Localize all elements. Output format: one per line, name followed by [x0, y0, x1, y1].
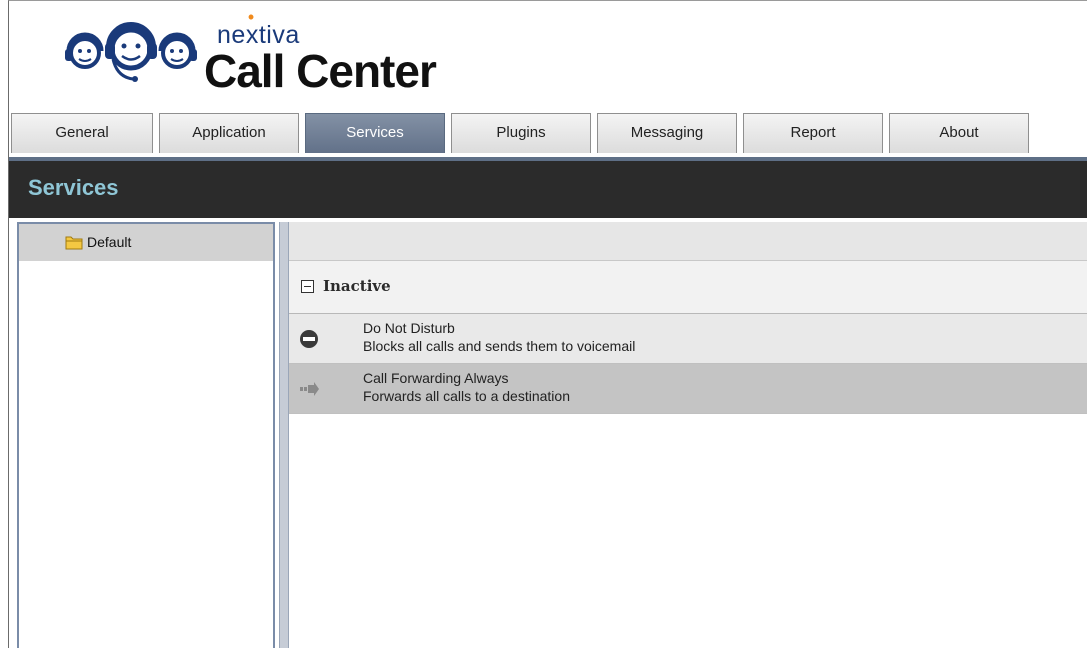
do-not-disturb-icon [300, 330, 318, 348]
tab-plugins[interactable]: Plugins [451, 113, 591, 153]
splitter-handle[interactable] [279, 222, 289, 648]
content-area: Default Inactive Do Not Disturb Blocks a… [9, 218, 1087, 648]
tab-services[interactable]: Services [305, 113, 445, 153]
header: nex • tiva Call Center [9, 1, 1087, 109]
call-center-window: nex • tiva Call Center General Application… [8, 0, 1087, 648]
tab-about[interactable]: About [889, 113, 1029, 153]
group-header-inactive[interactable]: Inactive [289, 261, 1087, 314]
service-row-call-forwarding-always[interactable]: Call Forwarding Always Forwards all call… [289, 364, 1087, 414]
panel-toolbar [289, 222, 1087, 261]
services-panel: Inactive Do Not Disturb Blocks all calls… [289, 222, 1087, 648]
sidebar-item-default[interactable]: Default [19, 224, 273, 261]
headset-agents-logo-icon [65, 22, 197, 82]
page-title-bar: Services [9, 161, 1087, 218]
forward-arrow-icon [300, 382, 319, 396]
page-title: Services [28, 175, 119, 200]
sidebar-item-label: Default [87, 234, 132, 250]
service-list-empty-area [289, 414, 1087, 648]
tab-bar: General Application Services Plugins Mes… [9, 109, 1087, 161]
product-name: Call Center [204, 45, 437, 97]
service-description: Blocks all calls and sends them to voice… [363, 338, 636, 354]
collapse-icon[interactable] [301, 280, 314, 293]
tab-application[interactable]: Application [159, 113, 299, 153]
tab-report[interactable]: Report [743, 113, 883, 153]
sidebar: Default [17, 222, 275, 648]
service-row-do-not-disturb[interactable]: Do Not Disturb Blocks all calls and send… [289, 314, 1087, 364]
service-name: Do Not Disturb [363, 320, 455, 336]
tab-general[interactable]: General [11, 113, 153, 153]
group-label: Inactive [323, 277, 391, 295]
service-description: Forwards all calls to a destination [363, 388, 570, 404]
service-name: Call Forwarding Always [363, 370, 509, 386]
brand-accent-icon: • [247, 7, 255, 27]
folder-icon [65, 236, 83, 250]
tab-messaging[interactable]: Messaging [597, 113, 737, 153]
